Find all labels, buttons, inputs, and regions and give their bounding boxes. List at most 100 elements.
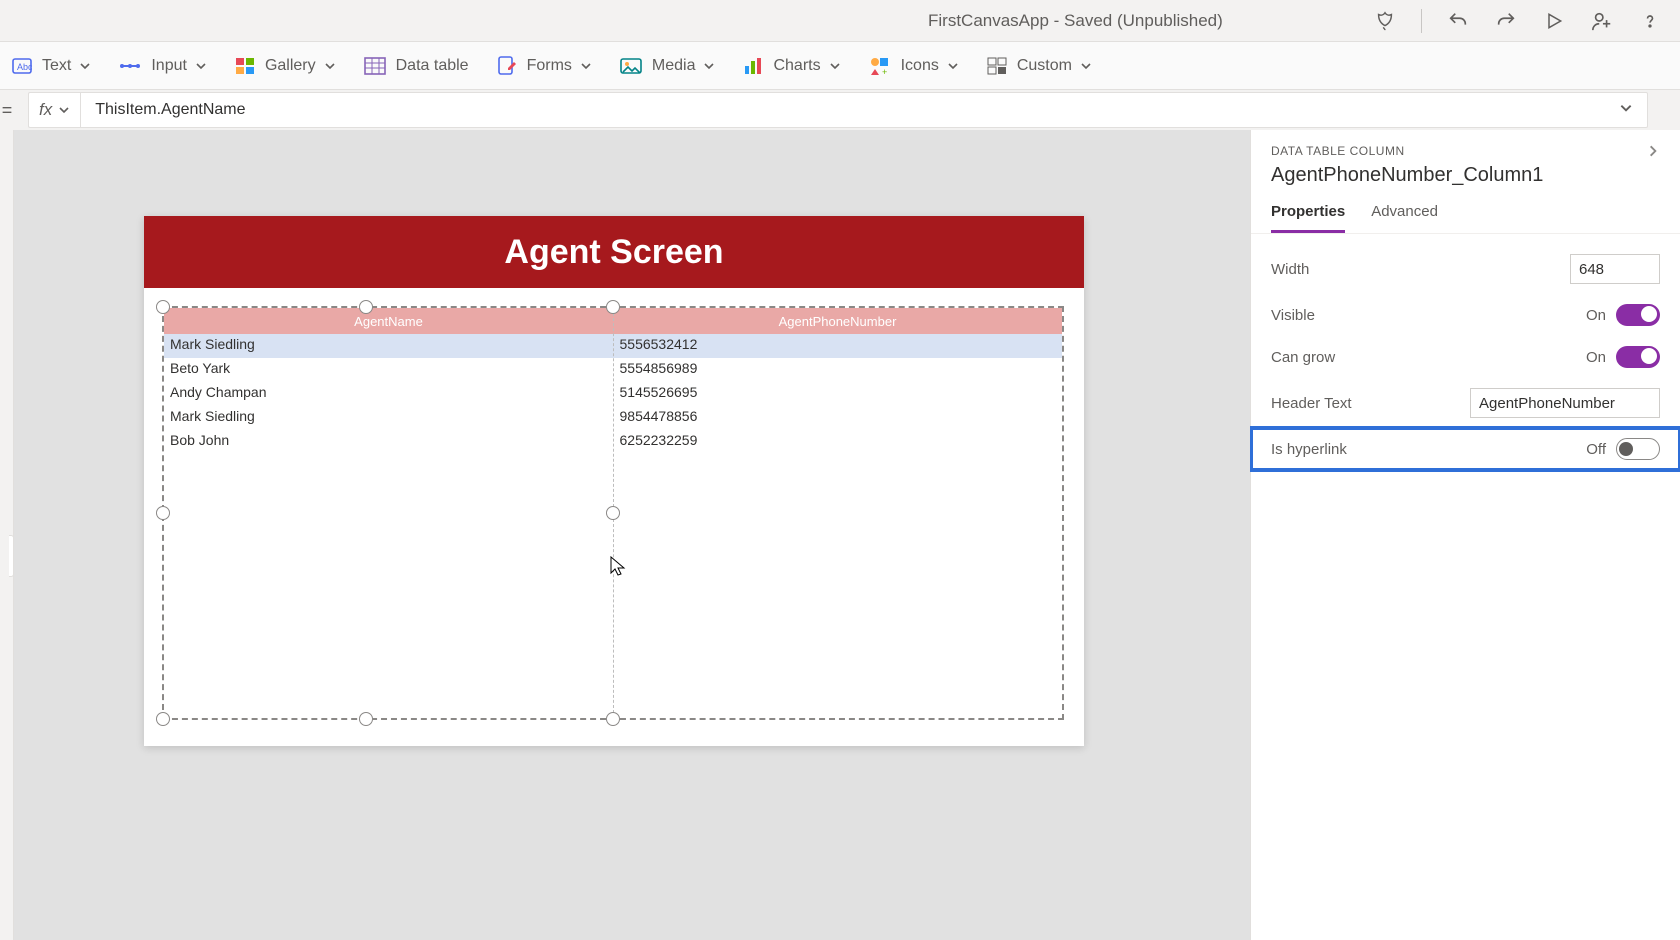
input-icon <box>119 57 141 75</box>
formula-value: ThisItem.AgentName <box>95 101 245 119</box>
resize-handle[interactable] <box>606 712 620 726</box>
formula-expand-icon[interactable] <box>1619 101 1633 120</box>
prop-hyperlink-label: Is hyperlink <box>1271 441 1347 458</box>
prop-headertext: Header Text <box>1251 378 1680 428</box>
chevron-down-icon <box>947 60 959 72</box>
cell-name: Mark Siedling <box>164 334 613 358</box>
custom-icon <box>987 57 1007 75</box>
tab-advanced[interactable]: Advanced <box>1371 197 1438 233</box>
undo-icon[interactable] <box>1446 9 1470 33</box>
chevron-right-icon[interactable] <box>1646 144 1660 158</box>
ribbon-media[interactable]: Media <box>620 57 716 75</box>
prop-cangrow-value: On <box>1586 349 1606 366</box>
svg-text:+: + <box>882 67 887 76</box>
col-header-agentphone[interactable]: AgentPhoneNumber <box>613 308 1062 334</box>
ribbon-icons[interactable]: + Icons <box>869 56 959 76</box>
prop-visible-value: On <box>1586 307 1606 324</box>
prop-headertext-label: Header Text <box>1271 395 1352 412</box>
prop-visible-toggle[interactable] <box>1616 304 1660 326</box>
ribbon-gallery[interactable]: Gallery <box>235 57 336 75</box>
ribbon-text[interactable]: Abc Text <box>12 57 91 75</box>
cell-phone: 5554856989 <box>613 358 1063 382</box>
share-icon[interactable] <box>1590 9 1614 33</box>
ribbon-gallery-label: Gallery <box>265 57 316 75</box>
ribbon-input[interactable]: Input <box>119 57 207 75</box>
resize-handle[interactable] <box>359 712 373 726</box>
help-icon[interactable] <box>1638 9 1662 33</box>
charts-icon <box>743 57 763 75</box>
cell-name: Mark Siedling <box>164 406 613 430</box>
cell-name: Andy Champan <box>164 382 613 406</box>
media-icon <box>620 57 642 75</box>
ribbon-forms-label: Forms <box>527 57 572 75</box>
chevron-down-icon <box>829 60 841 72</box>
prop-cangrow-label: Can grow <box>1271 349 1335 366</box>
resize-handle[interactable] <box>156 506 170 520</box>
gallery-icon <box>235 57 255 75</box>
prop-hyperlink-toggle[interactable] <box>1616 438 1660 460</box>
formula-input[interactable]: ThisItem.AgentName <box>80 92 1648 128</box>
fx-button[interactable]: fx <box>28 92 80 128</box>
datatable-control[interactable]: AgentName AgentPhoneNumber Mark Siedling… <box>162 306 1064 720</box>
chevron-down-icon <box>703 60 715 72</box>
chevron-down-icon <box>195 60 207 72</box>
ribbon-charts[interactable]: Charts <box>743 57 840 75</box>
prop-width: Width <box>1251 244 1680 294</box>
prop-cangrow: Can grow On <box>1251 336 1680 378</box>
ribbon-input-label: Input <box>151 57 187 75</box>
chevron-down-icon <box>580 60 592 72</box>
tab-properties[interactable]: Properties <box>1271 197 1345 233</box>
prop-visible-label: Visible <box>1271 307 1315 324</box>
ribbon-custom[interactable]: Custom <box>987 57 1092 75</box>
ribbon-datatable[interactable]: Data table <box>364 57 469 75</box>
ribbon-media-label: Media <box>652 57 696 75</box>
formula-bar: = fx ThisItem.AgentName <box>0 90 1680 130</box>
resize-handle[interactable] <box>359 300 373 314</box>
ribbon-charts-label: Charts <box>773 57 820 75</box>
chevron-down-icon <box>79 60 91 72</box>
properties-tabs: Properties Advanced <box>1251 197 1680 234</box>
resize-handle[interactable] <box>156 712 170 726</box>
cell-phone: 6252232259 <box>613 430 1063 454</box>
redo-icon[interactable] <box>1494 9 1518 33</box>
resize-handle[interactable] <box>156 300 170 314</box>
play-icon[interactable] <box>1542 9 1566 33</box>
prop-cangrow-toggle[interactable] <box>1616 346 1660 368</box>
properties-category-label: DATA TABLE COLUMN <box>1271 144 1405 158</box>
datatable-icon <box>364 57 386 75</box>
ribbon-text-label: Text <box>42 57 71 75</box>
ribbon-custom-label: Custom <box>1017 57 1072 75</box>
ribbon-forms[interactable]: Forms <box>497 56 592 76</box>
canvas-area[interactable]: Agent Screen AgentName AgentPhoneNumber … <box>14 130 1250 940</box>
prop-headertext-input[interactable] <box>1470 388 1660 418</box>
cell-phone: 5145526695 <box>613 382 1063 406</box>
col-header-agentname[interactable]: AgentName <box>164 308 613 334</box>
icons-icon: + <box>869 56 891 76</box>
selected-control-name: AgentPhoneNumber_Column1 <box>1251 158 1680 197</box>
prop-width-label: Width <box>1271 261 1309 278</box>
ribbon-icons-label: Icons <box>901 57 939 75</box>
property-list: Width Visible On Can grow On Header Text <box>1251 234 1680 480</box>
resize-handle[interactable] <box>606 300 620 314</box>
fx-label: fx <box>39 100 52 120</box>
left-pane-collapsed[interactable] <box>0 130 14 940</box>
properties-pane: DATA TABLE COLUMN AgentPhoneNumber_Colum… <box>1250 130 1680 940</box>
text-icon: Abc <box>12 57 32 75</box>
ribbon: Abc Text Input Gallery Data table Forms … <box>0 42 1680 90</box>
app-checker-icon[interactable] <box>1373 9 1397 33</box>
prop-visible: Visible On <box>1251 294 1680 336</box>
title-bar: FirstCanvasApp - Saved (Unpublished) <box>0 0 1680 42</box>
equals-label: = <box>0 100 14 121</box>
cell-name: Beto Yark <box>164 358 613 382</box>
app-title: FirstCanvasApp - Saved (Unpublished) <box>928 11 1223 31</box>
prop-width-input[interactable] <box>1570 254 1660 284</box>
forms-icon <box>497 56 517 76</box>
cell-phone: 5556532412 <box>613 334 1063 358</box>
cell-phone: 9854478856 <box>613 406 1063 430</box>
prop-hyperlink: Is hyperlink Off <box>1251 428 1680 470</box>
svg-text:Abc: Abc <box>17 62 32 72</box>
resize-handle[interactable] <box>606 506 620 520</box>
separator <box>1421 9 1422 33</box>
cell-name: Bob John <box>164 430 613 454</box>
screen-title: Agent Screen <box>144 216 1084 288</box>
